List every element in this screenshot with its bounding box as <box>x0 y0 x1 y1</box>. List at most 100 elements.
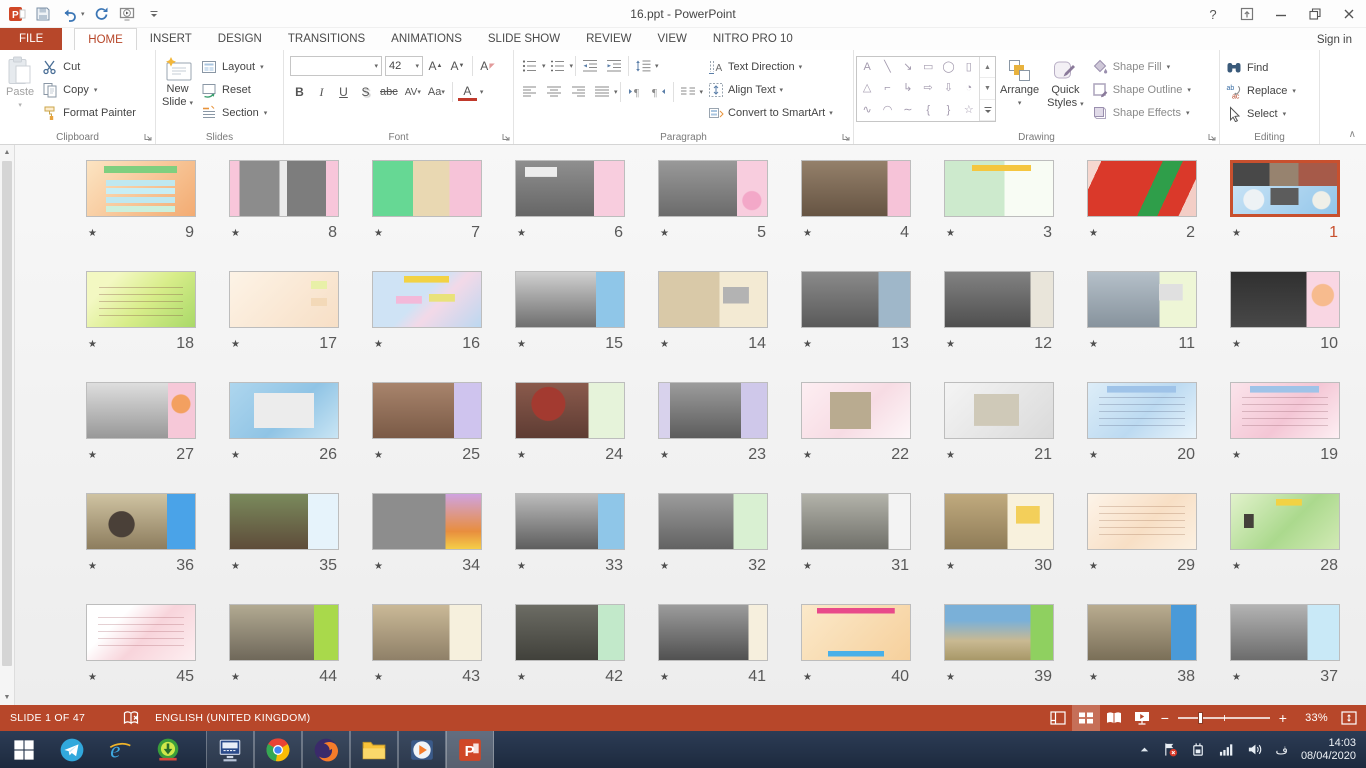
collapse-ribbon-button[interactable]: ∧ <box>1349 129 1356 140</box>
slide-thumbnail-42[interactable] <box>515 604 625 661</box>
zoom-out-button[interactable]: − <box>1156 710 1174 726</box>
slide-thumbnail-7[interactable] <box>372 160 482 217</box>
cut-button[interactable]: Cut <box>38 55 140 78</box>
slide-thumbnail-25[interactable] <box>372 382 482 439</box>
animation-star-icon[interactable]: ★ <box>1089 561 1098 572</box>
taskbar-app-folder[interactable] <box>350 731 398 768</box>
redo-icon[interactable] <box>93 5 111 23</box>
increase-font-size-button[interactable]: A▲ <box>426 56 445 77</box>
animation-star-icon[interactable]: ★ <box>517 672 526 683</box>
align-text-button[interactable]: Align Text▾ <box>705 78 836 101</box>
align-center-button[interactable] <box>542 81 566 103</box>
dropdown-caret-icon[interactable]: ▾ <box>614 88 618 96</box>
align-left-button[interactable] <box>518 81 542 103</box>
dropdown-caret-icon[interactable]: ▾ <box>480 88 484 96</box>
animation-star-icon[interactable]: ★ <box>1232 339 1241 350</box>
shape-option-16[interactable]: } <box>947 105 951 116</box>
volume-icon[interactable] <box>1247 742 1262 757</box>
reading-view-button[interactable] <box>1100 705 1128 731</box>
tab-slide-show[interactable]: SLIDE SHOW <box>475 28 573 50</box>
shape-option-7[interactable]: ⌐ <box>884 83 890 94</box>
layout-button[interactable]: Layout▾ <box>197 55 271 78</box>
increase-indent-button[interactable] <box>602 55 626 77</box>
decrease-indent-button[interactable] <box>578 55 602 77</box>
slideshow-view-button[interactable] <box>1128 705 1156 731</box>
slide-thumbnail-37[interactable] <box>1230 604 1340 661</box>
close-button[interactable] <box>1332 0 1366 28</box>
shape-option-1[interactable]: ╲ <box>884 62 891 73</box>
minimize-button[interactable] <box>1264 0 1298 28</box>
shape-option-0[interactable]: A <box>863 62 870 73</box>
align-right-button[interactable] <box>566 81 590 103</box>
line-spacing-button[interactable] <box>631 55 655 77</box>
tab-animations[interactable]: ANIMATIONS <box>378 28 475 50</box>
shape-effects-button[interactable]: Shape Effects▾ <box>1088 101 1195 124</box>
slide-thumbnail-22[interactable] <box>801 382 911 439</box>
shape-option-6[interactable]: △ <box>863 83 871 94</box>
dropdown-caret-icon[interactable]: ▾ <box>1292 87 1296 95</box>
shape-option-15[interactable]: { <box>926 105 930 116</box>
animation-star-icon[interactable]: ★ <box>374 339 383 350</box>
animation-star-icon[interactable]: ★ <box>517 339 526 350</box>
shape-outline-button[interactable]: Shape Outline▾ <box>1088 78 1195 101</box>
select-button[interactable]: Select▾ <box>1222 102 1317 125</box>
animation-star-icon[interactable]: ★ <box>946 228 955 239</box>
slide-thumbnail-36[interactable] <box>86 493 196 550</box>
arrange-button[interactable]: Arrange ▾ <box>996 53 1043 110</box>
animation-star-icon[interactable]: ★ <box>88 672 97 683</box>
dropdown-caret-icon[interactable]: ▾ <box>700 88 704 96</box>
animation-star-icon[interactable]: ★ <box>517 561 526 572</box>
copy-button[interactable]: Copy▾ <box>38 78 140 101</box>
animation-star-icon[interactable]: ★ <box>660 672 669 683</box>
tab-insert[interactable]: INSERT <box>137 28 205 50</box>
animation-star-icon[interactable]: ★ <box>231 228 240 239</box>
tab-design[interactable]: DESIGN <box>205 28 275 50</box>
taskbar-app-telegram[interactable] <box>48 731 96 768</box>
slide-thumbnail-32[interactable] <box>658 493 768 550</box>
slide-thumbnail-45[interactable] <box>86 604 196 661</box>
text-direction-button[interactable]: AText Direction▾ <box>705 55 836 78</box>
action-center-icon[interactable] <box>1163 742 1178 757</box>
show-hidden-icons-icon[interactable] <box>1139 744 1150 755</box>
slide-thumbnail-3[interactable] <box>944 160 1054 217</box>
dropdown-caret-icon[interactable]: ▾ <box>570 62 574 70</box>
shape-fill-button[interactable]: Shape Fill▾ <box>1088 55 1195 78</box>
italic-button[interactable]: I <box>312 82 331 103</box>
font-color-button[interactable]: A <box>458 83 477 101</box>
right-to-left-button[interactable]: ¶ <box>647 81 671 103</box>
section-button[interactable]: Section▾ <box>197 101 271 124</box>
animation-star-icon[interactable]: ★ <box>517 450 526 461</box>
bullets-button[interactable] <box>518 55 542 77</box>
slide-sorter-view-button[interactable] <box>1072 705 1100 731</box>
shape-option-14[interactable]: ∼ <box>903 105 912 116</box>
animation-star-icon[interactable]: ★ <box>1232 561 1241 572</box>
animation-star-icon[interactable]: ★ <box>660 339 669 350</box>
slide-thumbnail-13[interactable] <box>801 271 911 328</box>
shape-option-17[interactable]: ☆ <box>964 105 974 116</box>
shape-option-11[interactable]: ◔ <box>966 83 973 94</box>
slide-thumbnail-21[interactable] <box>944 382 1054 439</box>
animation-star-icon[interactable]: ★ <box>803 561 812 572</box>
shape-option-4[interactable]: ◯ <box>942 62 954 73</box>
drawing-dialog-launcher[interactable] <box>1207 132 1217 142</box>
text-shadow-button[interactable]: S <box>356 82 375 103</box>
taskbar-app-ppt[interactable]: P <box>446 731 494 768</box>
slide-thumbnail-2[interactable] <box>1087 160 1197 217</box>
clear-formatting-button[interactable]: A◤ <box>478 56 497 77</box>
slide-thumbnail-28[interactable] <box>1230 493 1340 550</box>
tab-transitions[interactable]: TRANSITIONS <box>275 28 378 50</box>
animation-star-icon[interactable]: ★ <box>88 450 97 461</box>
animation-star-icon[interactable]: ★ <box>374 561 383 572</box>
numbering-button[interactable] <box>546 55 570 77</box>
underline-button[interactable]: U <box>334 82 353 103</box>
dropdown-caret-icon[interactable]: ▾ <box>264 109 268 117</box>
slide-thumbnail-5[interactable] <box>658 160 768 217</box>
language-indicator[interactable]: ENGLISH (UNITED KINGDOM) <box>155 712 310 724</box>
animation-star-icon[interactable]: ★ <box>803 450 812 461</box>
reset-button[interactable]: Reset <box>197 78 271 101</box>
sign-in-link[interactable]: Sign in <box>1317 34 1352 46</box>
slide-thumbnail-4[interactable] <box>801 160 911 217</box>
change-case-button[interactable]: Aa▾ <box>426 82 447 103</box>
slide-thumbnail-41[interactable] <box>658 604 768 661</box>
animation-star-icon[interactable]: ★ <box>946 672 955 683</box>
